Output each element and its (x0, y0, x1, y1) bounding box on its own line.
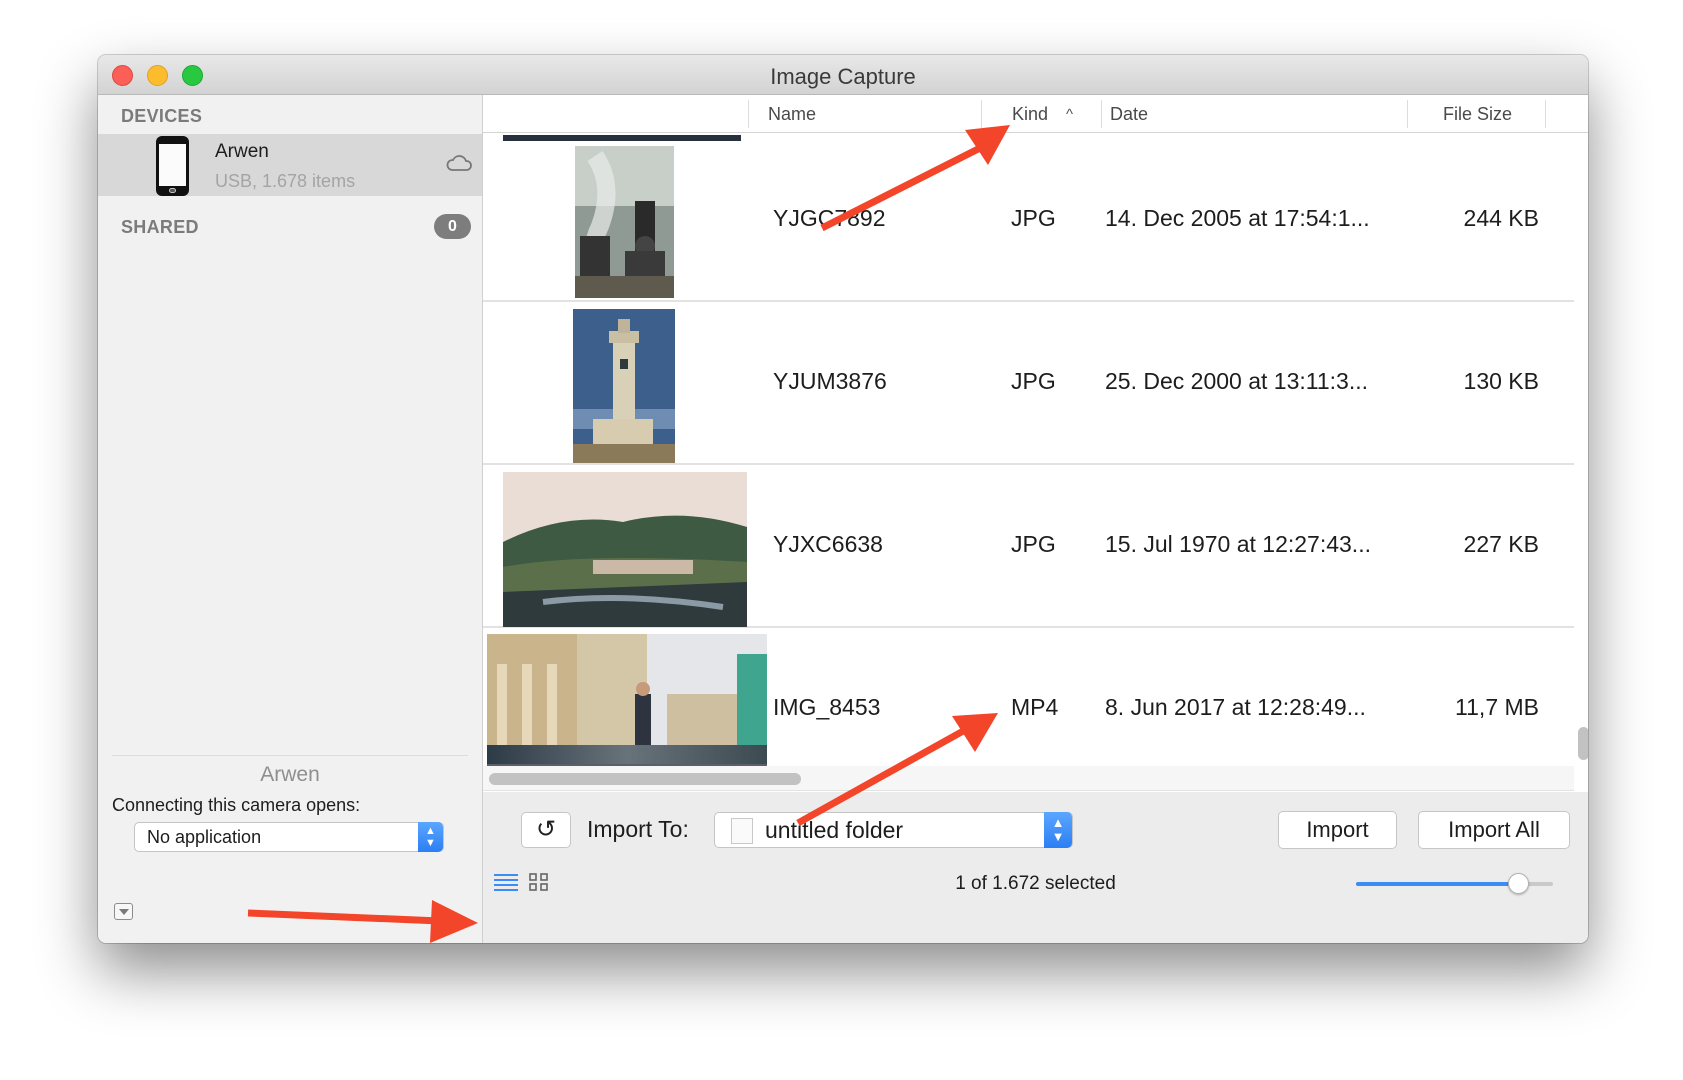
table-row[interactable]: YJGC7892 JPG 14. Dec 2005 at 17:54:1... … (483, 141, 1574, 302)
thumbnail-size-slider-fill (1356, 882, 1518, 886)
show-hide-details-icon[interactable] (114, 903, 133, 920)
horizontal-scroll-thumb[interactable] (489, 773, 801, 785)
file-kind: JPG (1011, 531, 1056, 557)
file-date: 8. Jun 2017 at 12:28:49... (1105, 694, 1366, 720)
rotate-button[interactable]: ↺ (521, 812, 571, 848)
devices-header: DEVICES (121, 106, 203, 126)
camera-name: Arwen (260, 763, 320, 786)
image-capture-window: Image Capture DEVICES Arwen USB, 1.678 i… (98, 55, 1588, 943)
cloud-icon[interactable] (446, 154, 472, 172)
title-bar: Image Capture (98, 55, 1588, 95)
window-title: Image Capture (770, 64, 916, 89)
import-to-label: Import To: (587, 816, 689, 842)
file-date: 15. Jul 1970 at 12:27:43... (1105, 531, 1371, 557)
file-date: 25. Dec 2000 at 13:11:3... (1105, 368, 1368, 394)
thumbnail-image (573, 309, 675, 463)
file-size: 227 KB (1463, 531, 1539, 557)
column-header-file-size[interactable]: File Size (1443, 104, 1512, 125)
camera-opens-label: Connecting this camera opens: (112, 795, 361, 815)
import-button[interactable]: Import (1278, 811, 1397, 849)
import-destination-value: untitled folder (765, 817, 904, 843)
shared-count-badge: 0 (434, 214, 471, 239)
thumbnail-image (503, 472, 747, 627)
file-size: 11,7 MB (1455, 694, 1539, 720)
file-name: IMG_8453 (773, 694, 881, 720)
sidebar-divider (112, 755, 468, 756)
sidebar-item-device[interactable]: Arwen USB, 1.678 items (98, 134, 482, 196)
chevron-updown-icon: ▲ ▼ (1044, 812, 1072, 848)
file-name: YJXC6638 (773, 531, 883, 557)
list-header: Name Kind ^ Date File Size (483, 95, 1588, 133)
file-size: 244 KB (1463, 205, 1539, 231)
shared-header: SHARED (121, 217, 199, 237)
camera-opens-value: No application (147, 827, 262, 847)
iphone-icon (156, 136, 189, 196)
sort-ascending-icon: ^ (1066, 106, 1074, 123)
thumbnail-partial (487, 745, 767, 764)
camera-opens-select[interactable]: No application ▲ ▼ (134, 822, 444, 852)
import-destination-select[interactable]: untitled folder ▲ ▼ (714, 812, 1073, 848)
file-size: 130 KB (1463, 368, 1539, 394)
file-name: YJUM3876 (773, 368, 887, 394)
column-header-name[interactable]: Name (768, 104, 816, 125)
file-kind: JPG (1011, 205, 1056, 231)
file-date: 14. Dec 2005 at 17:54:1... (1105, 205, 1370, 231)
file-kind: JPG (1011, 368, 1056, 394)
table-row[interactable]: YJUM3876 JPG 25. Dec 2000 at 13:11:3... … (483, 304, 1574, 465)
device-detail: USB, 1.678 items (215, 171, 356, 191)
import-all-button[interactable]: Import All (1418, 811, 1570, 849)
file-list: Name Kind ^ Date File Size YJGC7892 JPG … (483, 95, 1588, 792)
thumbnail-image (575, 146, 674, 298)
thumbnail-size-slider-knob[interactable] (1507, 873, 1529, 894)
sidebar: DEVICES Arwen USB, 1.678 items SHARED 0 … (98, 95, 483, 943)
table-row[interactable]: YJXC6638 JPG 15. Jul 1970 at 12:27:43...… (483, 467, 1574, 628)
bottom-toolbar: ↺ Import To: untitled folder ▲ ▼ Import I… (483, 792, 1588, 943)
chevron-updown-icon: ▲ ▼ (418, 822, 443, 852)
column-header-date[interactable]: Date (1110, 104, 1148, 125)
vertical-scroll-thumb[interactable] (1578, 727, 1588, 760)
file-name: YJGC7892 (773, 205, 886, 231)
device-name: Arwen (215, 141, 269, 162)
file-kind: MP4 (1011, 694, 1059, 720)
document-icon (731, 818, 753, 844)
column-header-kind[interactable]: Kind (1012, 104, 1048, 125)
horizontal-scrollbar[interactable] (483, 766, 1574, 790)
